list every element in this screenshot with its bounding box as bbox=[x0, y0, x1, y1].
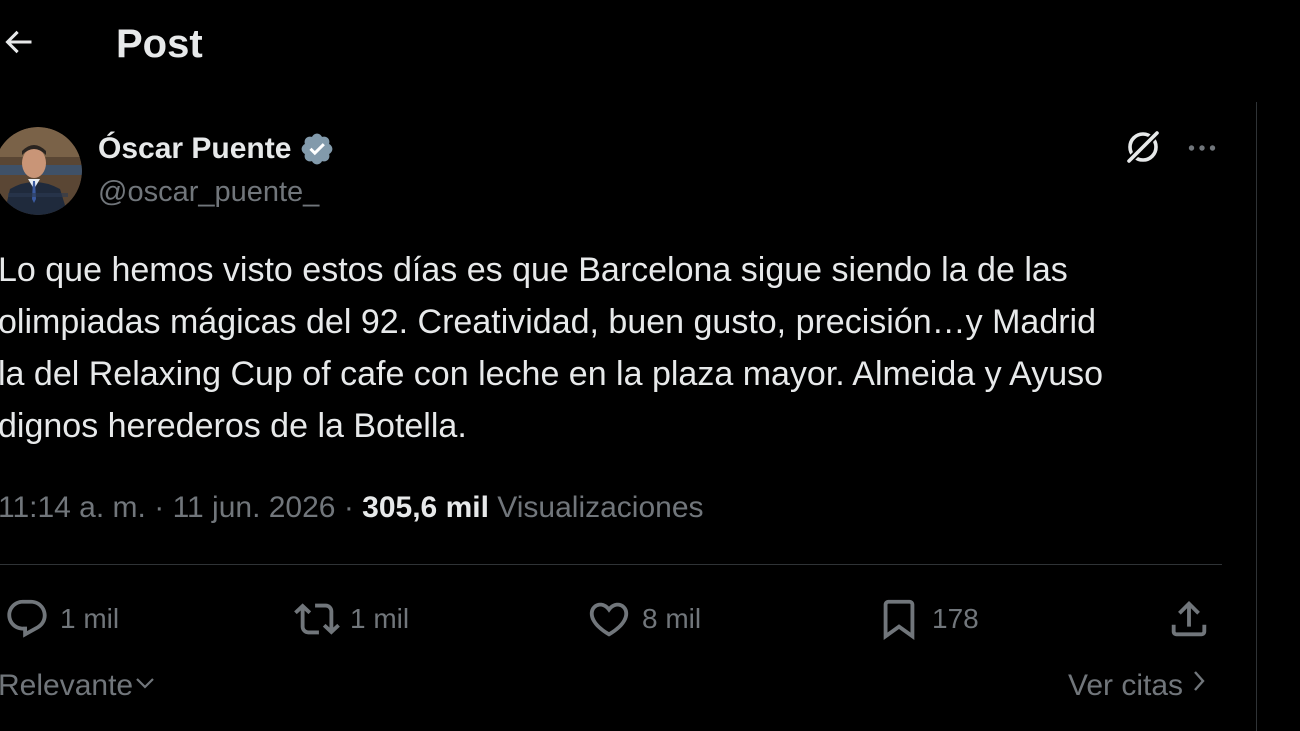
bookmark-icon bbox=[876, 596, 922, 642]
bookmark-count: 178 bbox=[932, 603, 979, 634]
reply-icon bbox=[4, 596, 50, 642]
column-divider bbox=[1256, 102, 1257, 731]
repost-button[interactable]: 1 mil bbox=[294, 594, 409, 644]
more-options-button[interactable] bbox=[1182, 130, 1222, 170]
tweet-time[interactable]: 11:14 a. m. bbox=[0, 491, 146, 524]
author-name[interactable]: Óscar Puente bbox=[98, 131, 335, 167]
view-quotes-link[interactable]: Ver citas bbox=[1068, 666, 1209, 706]
more-horizontal-icon bbox=[1184, 130, 1220, 171]
avatar[interactable] bbox=[0, 127, 82, 215]
post-page: Post Óscar Puente @oscar_puente_ Lo que … bbox=[0, 0, 1300, 731]
tweet-text: Lo que hemos visto estos días es que Bar… bbox=[0, 251, 1104, 445]
chevron-right-icon bbox=[1189, 666, 1209, 706]
back-button[interactable] bbox=[0, 26, 38, 62]
sort-replies-button[interactable]: Relevante bbox=[0, 666, 157, 706]
views-label: Visualizaciones bbox=[497, 491, 704, 524]
views-count: 305,6 mil bbox=[362, 491, 489, 524]
heart-icon bbox=[586, 596, 632, 642]
author-name-text: Óscar Puente bbox=[98, 132, 292, 165]
like-count: 8 mil bbox=[642, 603, 702, 634]
arrow-left-icon bbox=[0, 24, 36, 65]
repost-icon bbox=[294, 596, 340, 642]
meta-separator: · bbox=[343, 491, 354, 524]
page-title: Post bbox=[116, 22, 203, 66]
grok-icon bbox=[1123, 127, 1163, 172]
bookmark-button[interactable]: 178 bbox=[876, 594, 979, 644]
verified-badge-icon bbox=[299, 131, 335, 167]
reply-button[interactable]: 1 mil bbox=[4, 594, 119, 644]
like-button[interactable]: 8 mil bbox=[586, 594, 701, 644]
quotes-label: Ver citas bbox=[1068, 669, 1184, 702]
share-button[interactable] bbox=[1166, 594, 1212, 644]
reply-count: 1 mil bbox=[60, 603, 120, 634]
sort-label: Relevante bbox=[0, 669, 134, 702]
chevron-down-icon bbox=[133, 666, 157, 706]
author-handle[interactable]: @oscar_puente_ bbox=[98, 174, 319, 210]
meta-separator: · bbox=[154, 491, 165, 524]
grok-button[interactable] bbox=[1122, 128, 1164, 170]
repost-count: 1 mil bbox=[350, 603, 410, 634]
tweet-date[interactable]: 11 jun. 2026 bbox=[173, 491, 336, 524]
tweet-meta: 11:14 a. m. · 11 jun. 2026 · 305,6 mil V… bbox=[0, 488, 704, 528]
share-icon bbox=[1166, 596, 1212, 642]
divider bbox=[0, 564, 1222, 565]
